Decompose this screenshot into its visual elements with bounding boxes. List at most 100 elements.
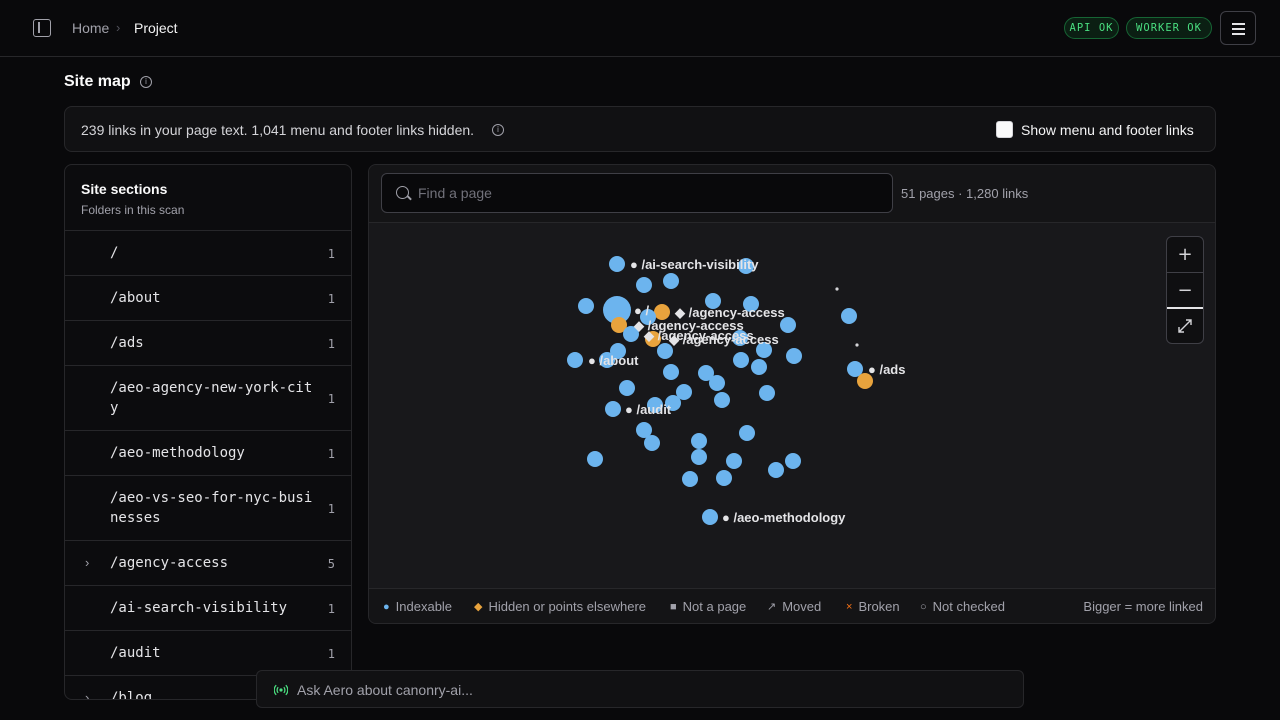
info-icon[interactable]: i [140, 76, 152, 88]
graph-node-indexable[interactable] [714, 392, 730, 408]
section-row[interactable]: /ads 1 [65, 320, 351, 365]
graph-node-indexable[interactable] [605, 401, 621, 417]
section-row[interactable]: /about 1 [65, 275, 351, 320]
graph-node-indexable[interactable] [709, 375, 725, 391]
section-count: 5 [327, 556, 335, 571]
sections-subtitle: Folders in this scan [81, 203, 185, 217]
chevron-right-icon[interactable]: › [85, 555, 89, 570]
graph-node-indexable[interactable] [619, 380, 635, 396]
legend-symbol-icon: ◆ [474, 601, 483, 613]
section-row[interactable]: /audit 1 [65, 630, 351, 675]
legend-item: ○ Not checked [920, 599, 1005, 614]
graph-node-indexable[interactable] [739, 425, 755, 441]
graph-node-indexable[interactable] [663, 273, 679, 289]
graph-node-small[interactable] [855, 343, 859, 347]
legend-symbol-icon: ● [383, 600, 390, 613]
section-path: /aeo-vs-seo-for-nyc-businesses [110, 490, 313, 526]
section-count: 1 [327, 601, 335, 616]
section-row[interactable]: /aeo-agency-new-york-city 1 [65, 365, 351, 430]
graph-node-indexable[interactable] [691, 449, 707, 465]
graph-node-indexable[interactable] [691, 433, 707, 449]
graph-node-indexable[interactable] [567, 352, 583, 368]
menu-icon-line [1232, 28, 1245, 30]
section-count: 1 [327, 291, 335, 306]
graph-node-indexable[interactable] [702, 509, 718, 525]
breadcrumb-home[interactable]: Home [72, 20, 109, 36]
search-icon [396, 186, 409, 199]
graph-node-indexable[interactable] [609, 256, 625, 272]
legend-note: Bigger = more linked [1083, 599, 1203, 614]
graph-node-indexable[interactable] [663, 364, 679, 380]
find-page-search[interactable] [381, 173, 893, 213]
ask-aero-placeholder: Ask Aero about canonry-ai... [297, 682, 473, 698]
section-row[interactable]: /1 [65, 230, 351, 275]
find-page-input[interactable] [418, 183, 878, 203]
links-summary-text: 239 links in your page text. 1,041 menu … [81, 122, 475, 138]
section-count: 1 [327, 391, 335, 406]
section-path: /ads [110, 335, 144, 351]
graph-node-indexable[interactable] [733, 352, 749, 368]
legend-label: Broken [858, 599, 900, 614]
graph-node-label: ● /ai-search-visibility [630, 257, 759, 272]
legend-label: Moved [782, 599, 822, 614]
section-row[interactable]: /aeo-methodology 1 [65, 430, 351, 475]
section-path: /audit [110, 645, 161, 661]
legend-symbol-icon: ↗ [767, 601, 777, 613]
menu-button[interactable] [1220, 11, 1256, 45]
graph-node-label: ◆ /agency-access [668, 332, 779, 347]
info-icon[interactable]: i [492, 124, 504, 136]
graph-node-indexable[interactable] [578, 298, 594, 314]
expand-icon [1178, 319, 1192, 333]
page-title: Site map [64, 73, 131, 90]
show-menu-footer-label[interactable]: Show menu and footer links [1021, 122, 1194, 138]
graph-node-indexable[interactable] [726, 453, 742, 469]
legend-label: Indexable [395, 599, 453, 614]
zoom-out-button[interactable]: − [1167, 273, 1203, 308]
section-count: 1 [327, 446, 335, 461]
section-count: 1 [327, 646, 335, 661]
sidebar-toggle-icon[interactable] [33, 19, 51, 37]
graph-node-indexable[interactable] [587, 451, 603, 467]
graph-node-indexable[interactable] [716, 470, 732, 486]
menu-icon-line [1232, 33, 1245, 35]
zoom-in-button[interactable]: + [1167, 237, 1203, 272]
graph-node-indexable[interactable] [786, 348, 802, 364]
legend-item: ◆ Hidden or points elsewhere [474, 599, 646, 614]
breadcrumb-current: Project [134, 20, 178, 36]
graph-node-small[interactable] [835, 287, 839, 291]
section-path: /aeo-agency-new-york-city [110, 380, 313, 416]
legend-label: Not checked [932, 599, 1005, 614]
graph-toolbar: 51 pages · 1,280 links [369, 165, 1215, 223]
graph-node-label: ● /audit [625, 402, 672, 417]
section-path: /ai-search-visibility [110, 600, 288, 616]
fit-view-button[interactable] [1167, 309, 1203, 344]
graph-node-indexable[interactable] [768, 462, 784, 478]
section-row[interactable]: /ai-search-visibility 1 [65, 585, 351, 630]
section-path: /agency-access [110, 555, 229, 571]
graph-node-label: ● /ads [868, 362, 905, 377]
graph-legend: Bigger = more linked ● Indexable ◆ Hidden o… [369, 588, 1215, 623]
api-status-badge: API OK [1064, 17, 1119, 39]
graph-node-indexable[interactable] [682, 471, 698, 487]
graph-node-indexable[interactable] [785, 453, 801, 469]
chevron-right-icon[interactable]: › [85, 690, 89, 700]
graph-node-label: ● /about [588, 353, 639, 368]
legend-item: ● Indexable [383, 599, 452, 614]
menu-icon [1232, 23, 1245, 25]
sections-list: /1/about 1/ads 1/aeo-agency-new-york-city 1… [65, 230, 351, 700]
graph-node-indexable[interactable] [751, 359, 767, 375]
graph-node-indexable[interactable] [759, 385, 775, 401]
show-menu-footer-checkbox[interactable] [996, 121, 1013, 138]
site-graph-canvas[interactable]: ● /ai-search-visibility ● / ◆ /agency-acce… [369, 223, 1215, 587]
graph-node-indexable[interactable] [841, 308, 857, 324]
section-row[interactable]: /aeo-vs-seo-for-nyc-businesses 1 [65, 475, 351, 540]
zoom-controls: + − [1166, 236, 1204, 344]
links-summary-bar: 239 links in your page text. 1,041 menu … [64, 106, 1216, 152]
site-sections-panel: Site sections Folders in this scan /1/ab… [64, 164, 352, 700]
legend-item: × Broken [846, 599, 900, 614]
graph-node-indexable[interactable] [644, 435, 660, 451]
legend-symbol-icon: ○ [920, 600, 927, 613]
ask-aero-bar[interactable]: Ask Aero about canonry-ai... [256, 670, 1024, 708]
section-row[interactable]: › /agency-access 5 [65, 540, 351, 585]
graph-node-indexable[interactable] [636, 277, 652, 293]
